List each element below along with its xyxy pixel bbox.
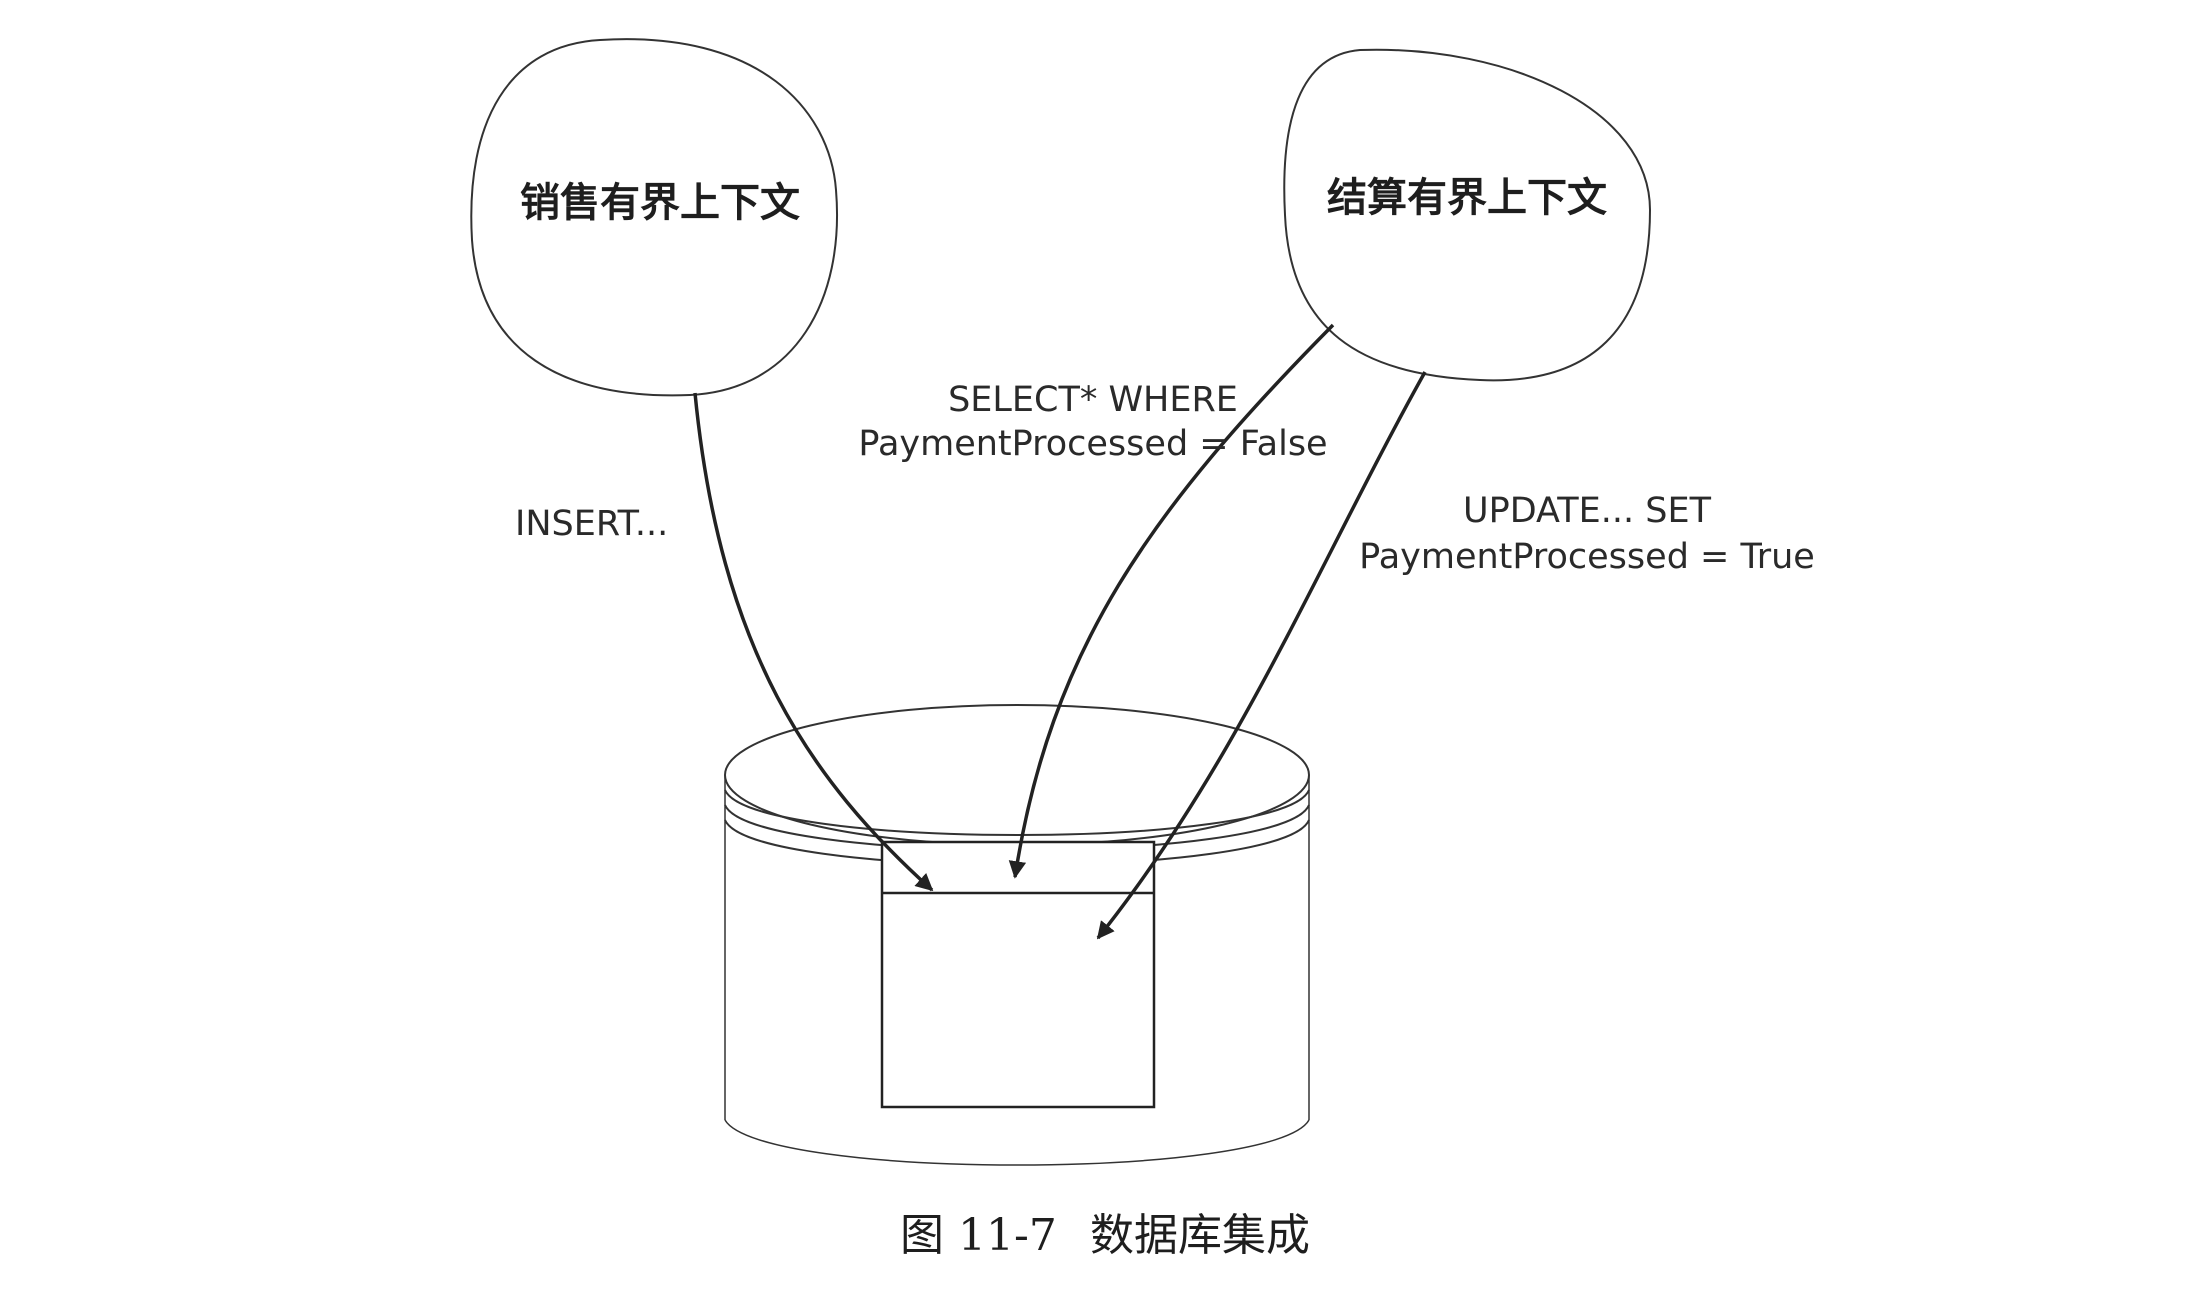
billing-context-label: 结算有界上下文: [1327, 174, 1607, 221]
database-integration-diagram: 销售有界上下文 结算有界上下文 INSERT... SELECT* WHERE …: [470, 38, 1815, 1261]
figure-caption-text: 数据库集成: [1090, 1210, 1310, 1261]
insert-arrow: [693, 392, 934, 892]
insert-label: INSERT...: [515, 504, 668, 544]
update-label-line2: PaymentProcessed = True: [1359, 537, 1815, 577]
sales-context-label: 销售有界上下文: [520, 179, 800, 226]
update-label-line1: UPDATE... SET: [1463, 491, 1712, 531]
database-ring-1: [724, 789, 1310, 836]
database-top-ellipse: [724, 704, 1310, 846]
select-label-line1: SELECT* WHERE: [948, 380, 1238, 420]
figure-caption-number: 图 11-7: [900, 1210, 1057, 1261]
select-label-line2: PaymentProcessed = False: [858, 424, 1327, 464]
database-bottom-curve: [724, 1119, 1310, 1166]
